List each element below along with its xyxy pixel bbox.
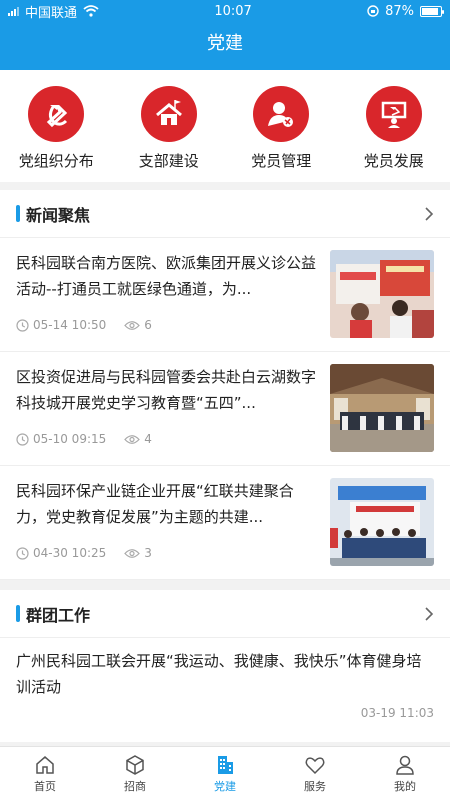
tab-home[interactable]: 首页 [0, 747, 90, 800]
person-icon [396, 755, 414, 775]
quick-link-member-development[interactable]: 党员发展 [338, 70, 450, 182]
eye-icon [124, 434, 141, 444]
news-views: 4 [144, 432, 152, 446]
tab-mine[interactable]: 我的 [360, 747, 450, 800]
carrier-label: 中国联通 [25, 5, 78, 21]
tab-service[interactable]: 服务 [270, 747, 360, 800]
news-thumbnail [330, 478, 434, 566]
news-thumbnail [330, 250, 434, 338]
quick-link-branch-building[interactable]: 支部建设 [113, 70, 226, 182]
section-title: 群团工作 [26, 605, 91, 625]
section-accent-bar [16, 205, 20, 222]
building-icon [218, 756, 233, 774]
building-flag-icon [140, 86, 197, 142]
news-item[interactable]: 民科园环保产业链企业开展“红联共建聚合力，党史教育促发展”为主题的共建... 0… [0, 466, 450, 580]
news-thumbnail [330, 364, 434, 452]
tab-label: 招商 [124, 780, 146, 793]
tab-investment[interactable]: 招商 [90, 747, 180, 800]
eye-icon [124, 320, 141, 330]
quick-link-party-distribution[interactable]: 党组织分布 [0, 70, 113, 182]
section-accent-bar [16, 605, 20, 622]
quick-link-label: 支部建设 [138, 152, 199, 170]
group-section-header[interactable]: 群团工作 [0, 590, 450, 638]
quick-link-member-management[interactable]: 党员管理 [225, 70, 338, 182]
quick-link-label: 党员管理 [251, 152, 312, 170]
group-news-title: 广州民科园工联会开展“我运动、我健康、我快乐”体育健身培训活动 [16, 652, 422, 696]
cube-icon [126, 755, 144, 775]
quick-link-label: 党员发展 [363, 152, 424, 170]
battery-icon [419, 5, 444, 17]
eye-icon [124, 548, 141, 558]
battery-percent: 87% [385, 3, 414, 19]
news-section-header[interactable]: 新闻聚焦 [0, 190, 450, 238]
news-title: 民科园联合南方医院、欧派集团开展义诊公益活动--打通员工就医绿色通道，为... [16, 254, 316, 298]
tab-party[interactable]: 党建 [180, 747, 270, 800]
tab-label: 服务 [304, 780, 326, 793]
tab-label: 党建 [214, 780, 236, 793]
presentation-icon [365, 86, 422, 142]
wifi-icon [83, 5, 99, 17]
chevron-right-icon[interactable] [424, 606, 434, 622]
group-news-date: 03-19 11:03 [360, 706, 434, 720]
clock-icon [16, 318, 29, 332]
bottom-tab-bar: 首页 招商 党建 服务 我的 [0, 746, 450, 800]
news-views: 3 [144, 546, 152, 560]
section-title: 新闻聚焦 [26, 205, 91, 225]
heart-icon [305, 757, 325, 775]
news-title: 区投资促进局与民科园管委会共赴白云湖数字科技城开展党史学习教育暨“五四”... [16, 368, 316, 412]
news-date: 05-10 09:15 [33, 432, 107, 446]
news-views: 6 [144, 318, 152, 332]
signal-icon [8, 6, 19, 16]
news-date: 04-30 10:25 [33, 546, 107, 560]
news-item[interactable]: 区投资促进局与民科园管委会共赴白云湖数字科技城开展党史学习教育暨“五四”... … [0, 352, 450, 466]
group-news-item[interactable]: 广州民科园工联会开展“我运动、我健康、我快乐”体育健身培训活动 03-19 11… [0, 638, 450, 742]
page-title: 党建 [207, 33, 243, 54]
clock-icon [16, 546, 29, 560]
tab-label: 我的 [394, 780, 416, 793]
top-bar: 中国联通 10:07 87% 党建 [0, 0, 450, 70]
news-section: 新闻聚焦 民科园联合南方医院、欧派集团开展义诊公益活动--打通员工就医绿色通道，… [0, 190, 450, 580]
status-bar: 中国联通 10:07 87% [0, 0, 450, 22]
quick-link-label: 党组织分布 [18, 152, 94, 170]
clock-icon [16, 432, 29, 446]
news-date: 05-14 10:50 [33, 318, 107, 332]
chevron-right-icon[interactable] [424, 206, 434, 222]
member-icon [253, 86, 310, 142]
news-item[interactable]: 民科园联合南方医院、欧派集团开展义诊公益活动--打通员工就医绿色通道，为... … [0, 238, 450, 352]
quick-links: 党组织分布 支部建设 党员管理 党员发展 [0, 70, 450, 182]
group-section: 群团工作 广州民科园工联会开展“我运动、我健康、我快乐”体育健身培训活动 03-… [0, 590, 450, 742]
party-emblem-icon [28, 86, 85, 142]
clock: 10:07 [214, 3, 252, 19]
tab-label: 首页 [34, 780, 56, 793]
home-icon [36, 756, 54, 774]
news-title: 民科园环保产业链企业开展“红联共建聚合力，党史教育促发展”为主题的共建... [16, 482, 294, 526]
rotation-lock-icon [367, 5, 379, 17]
